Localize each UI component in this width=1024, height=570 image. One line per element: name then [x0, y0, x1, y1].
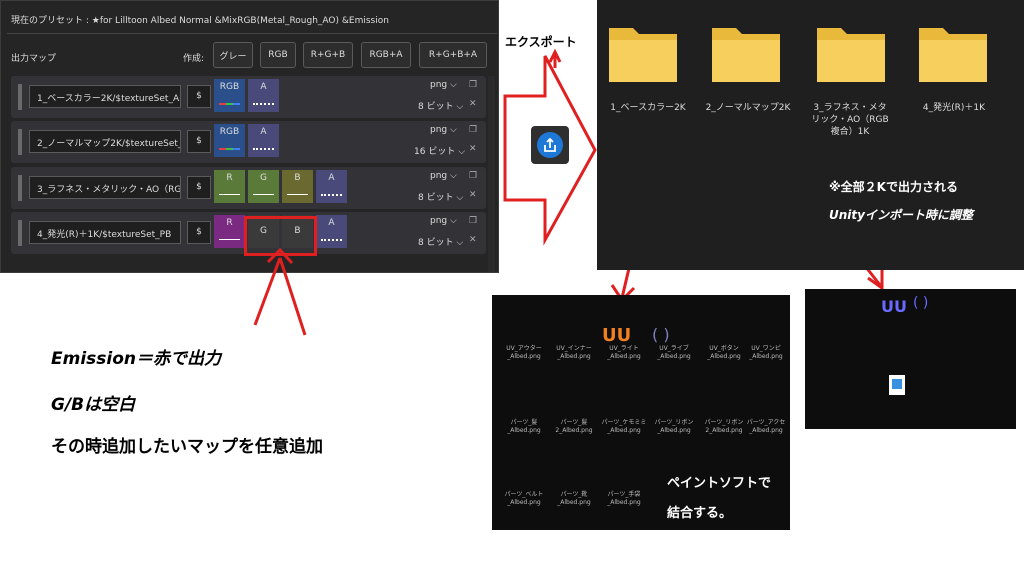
- bit-depth-select[interactable]: 8 ビット ⌵: [418, 235, 463, 248]
- channel-a[interactable]: A: [316, 170, 347, 203]
- size-note: ※全部２Kで出力される: [829, 180, 958, 194]
- variable-button[interactable]: $: [187, 176, 211, 199]
- emission-note: Emission＝赤で出力: [51, 349, 221, 369]
- close-icon[interactable]: ✕: [469, 144, 477, 154]
- export-label: エクスポート: [505, 35, 577, 49]
- arrow-up-small: [548, 48, 562, 68]
- texture-preview: ( ): [913, 295, 929, 311]
- thumb-label: パーツ_手袋_Albed.png: [607, 491, 641, 506]
- folder-icon[interactable]: [815, 18, 887, 84]
- output-row: 1_ベースカラー2K/$textureSet_Al $ RGB A png ⌵ …: [11, 76, 486, 118]
- drag-handle[interactable]: [18, 84, 22, 110]
- channel-g[interactable]: G: [248, 170, 279, 203]
- close-icon[interactable]: ✕: [469, 235, 477, 245]
- paint-note: ペイントソフトで: [667, 476, 772, 491]
- thumb-label: UV_アウター_Albed.png: [506, 345, 542, 360]
- variable-button[interactable]: $: [187, 130, 211, 153]
- channel-b[interactable]: B: [282, 170, 313, 203]
- variable-button[interactable]: $: [187, 221, 211, 244]
- bit-depth-select[interactable]: 8 ビット ⌵: [418, 190, 463, 203]
- scrollbar[interactable]: [488, 76, 495, 272]
- thumb-label: パーツ_ベルト_Albed.png: [504, 491, 544, 506]
- export-button[interactable]: [531, 126, 569, 164]
- gray-button[interactable]: グレー: [213, 42, 253, 68]
- output-map-label: 出力マップ: [11, 54, 57, 64]
- drag-handle[interactable]: [18, 220, 22, 246]
- share-icon: [537, 132, 563, 158]
- thumb-label: パーツ_アクセ_Albed.png: [746, 419, 786, 434]
- folder-icon[interactable]: [710, 18, 782, 84]
- file-explorer: 1_ベースカラー2K 2_ノーマルマップ2K 3_ラフネス・メタリック・AO（R…: [597, 0, 1024, 270]
- thumb-label: パーツ_髪_Albed.png: [507, 419, 541, 434]
- r-g-b-button[interactable]: R+G+B: [303, 42, 353, 68]
- thumb-label: パーツ_髪2_Albed.png: [555, 419, 593, 434]
- close-icon[interactable]: ✕: [469, 99, 477, 109]
- thumb-label: パーツ_リボン_Albed.png: [654, 419, 694, 434]
- channel-rgb[interactable]: RGB: [214, 79, 245, 112]
- file-name-field[interactable]: 2_ノーマルマップ2K/$textureSet_N: [29, 130, 181, 153]
- texture-preview: UU: [881, 297, 907, 316]
- format-select[interactable]: png ⌵: [430, 125, 457, 135]
- format-select[interactable]: png ⌵: [430, 80, 457, 90]
- file-name-field[interactable]: 1_ベースカラー2K/$textureSet_Al: [29, 85, 181, 108]
- thumb-label: パーツ_靴_Albed.png: [557, 491, 591, 506]
- create-label: 作成:: [183, 54, 205, 64]
- paint-note2: 結合する。: [667, 506, 733, 521]
- thumbnail-panel: UV_アウター_Albed.png UV_インナー_Albed.png UV_ラ…: [492, 295, 790, 530]
- folder-icon[interactable]: [917, 18, 989, 84]
- bit-depth-select[interactable]: 8 ビット ⌵: [418, 99, 463, 112]
- output-row: 3_ラフネス・メタリック・AO（RGB複 $ R G B A png ⌵ 8 ビ…: [11, 167, 486, 209]
- thumb-label: パーツ_ケモミミ_Albed.png: [601, 419, 647, 434]
- thumbnail-panel-right: UU ( ): [805, 289, 1016, 429]
- channel-r[interactable]: R: [214, 170, 245, 203]
- copy-icon[interactable]: ❐: [469, 125, 477, 135]
- thumb-label: UV_ワンピ_Albed.png: [749, 345, 783, 360]
- output-row: 2_ノーマルマップ2K/$textureSet_N $ RGB A png ⌵ …: [11, 121, 486, 163]
- rgb-a-button[interactable]: RGB+A: [361, 42, 411, 68]
- copy-icon[interactable]: ❐: [469, 80, 477, 90]
- folder-label: 1_ベースカラー2K: [610, 103, 686, 113]
- r-g-b-a-button[interactable]: R+G+B+A: [419, 42, 487, 68]
- divider: [7, 33, 497, 34]
- channel-a[interactable]: A: [316, 215, 347, 248]
- drag-handle[interactable]: [18, 129, 22, 155]
- drag-handle[interactable]: [18, 175, 22, 201]
- bit-depth-select[interactable]: 16 ビット ⌵: [414, 144, 465, 157]
- rgb-button[interactable]: RGB: [260, 42, 296, 68]
- arrowhead-right: [867, 270, 884, 291]
- preset-label: 現在のプリセット : ★for Lilltoon Albed Normal &M…: [11, 16, 389, 26]
- texture-preview: ( ): [652, 325, 670, 344]
- image-file-icon: [889, 375, 905, 395]
- close-icon[interactable]: ✕: [469, 190, 477, 200]
- file-name-field[interactable]: 3_ラフネス・メタリック・AO（RGB複: [29, 176, 181, 199]
- add-map-note: その時追加したいマップを任意追加: [51, 437, 323, 457]
- gb-blank-note: G/Bは空白: [51, 395, 136, 415]
- copy-icon[interactable]: ❐: [469, 216, 477, 226]
- channel-a[interactable]: A: [248, 79, 279, 112]
- copy-icon[interactable]: ❐: [469, 171, 477, 181]
- thumb-label: UV_ライブ_Albed.png: [657, 345, 691, 360]
- thumb-label: UV_インナー_Albed.png: [556, 345, 592, 360]
- thumb-label: UV_ライト_Albed.png: [607, 345, 641, 360]
- folder-label: 3_ラフネス・メタリック・AO（RGB複合）1K: [811, 103, 889, 137]
- variable-button[interactable]: $: [187, 85, 211, 108]
- folder-label: 4_発光(R)＋1K: [922, 103, 986, 113]
- folder-label: 2_ノーマルマップ2K: [705, 103, 791, 113]
- format-select[interactable]: png ⌵: [430, 171, 457, 181]
- folder-icon[interactable]: [607, 18, 679, 84]
- channel-r[interactable]: R: [214, 215, 245, 248]
- highlight-box: [244, 216, 317, 256]
- file-name-field[interactable]: 4_発光(R)＋1K/$textureSet_PB: [29, 221, 181, 244]
- unity-note: Unityインポート時に調整: [829, 208, 973, 222]
- texture-preview: UU: [602, 325, 632, 346]
- channel-rgb[interactable]: RGB: [214, 124, 245, 157]
- channel-a[interactable]: A: [248, 124, 279, 157]
- format-select[interactable]: png ⌵: [430, 216, 457, 226]
